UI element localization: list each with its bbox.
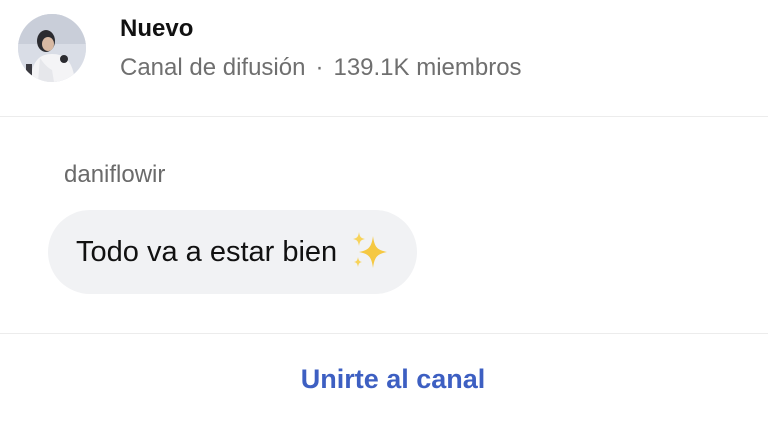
broadcast-channel-card: Nuevo Canal de difusión · 139.1K miembros … bbox=[0, 0, 768, 438]
channel-footer: Unirte al canal bbox=[0, 333, 768, 438]
channel-meta: Canal de difusión · 139.1K miembros bbox=[120, 54, 522, 82]
member-count: 139.1K miembros bbox=[333, 54, 522, 81]
join-channel-button[interactable]: Unirte al canal bbox=[0, 364, 768, 395]
meta-separator: · bbox=[315, 54, 324, 81]
message-area: daniflowir Todo va a estar bien bbox=[0, 117, 768, 332]
message-author: daniflowir bbox=[64, 161, 166, 188]
channel-type-label: Canal de difusión bbox=[120, 54, 306, 81]
sparkles-icon bbox=[351, 230, 389, 275]
message-bubble[interactable]: Todo va a estar bien bbox=[48, 210, 418, 294]
avatar-photo bbox=[18, 14, 86, 82]
channel-avatar[interactable] bbox=[18, 14, 86, 82]
channel-header[interactable]: Nuevo Canal de difusión · 139.1K miembros bbox=[0, 0, 768, 117]
channel-name: Nuevo bbox=[120, 15, 194, 42]
message-text: Todo va a estar bien bbox=[76, 235, 338, 268]
